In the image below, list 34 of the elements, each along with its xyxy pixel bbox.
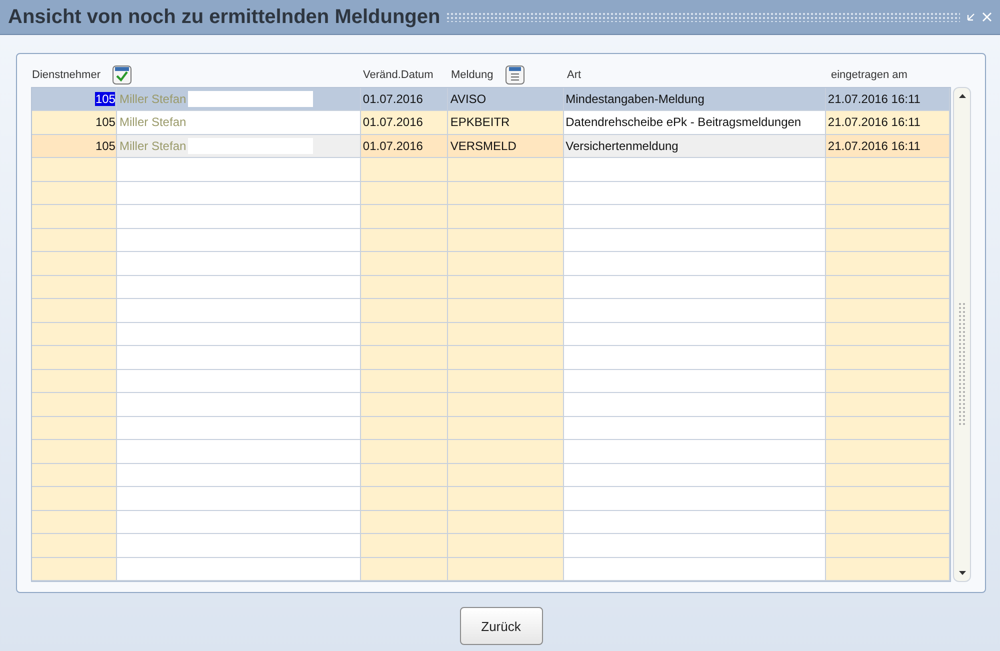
table-row[interactable]: 105 Miller Stefan 01.07.2016 VERSMELD Versichertenmeldung 21.07.2016 16:11 (32, 134, 950, 158)
table-cell: Versichertenmeldung (564, 134, 826, 157)
column-header: Veränd.Datum (363, 69, 434, 82)
list-document-icon[interactable] (505, 65, 526, 86)
table-row[interactable]: 105 Miller Stefan 01.07.2016 AVISO Mindestangaben-Meldung 21.07.2016 16:11 (32, 88, 950, 111)
table-cell: AVISO (448, 88, 564, 110)
table-cell: Mindestangaben-Meldung (564, 88, 826, 110)
close-icon[interactable] (982, 12, 992, 22)
window-title: Ansicht von noch zu ermittelnden Meldungen (8, 6, 440, 28)
minimize-icon[interactable] (966, 12, 976, 22)
employee-number: 105 (95, 115, 116, 130)
employee-number: 105 (95, 92, 116, 106)
employee-name: Miller Stefan (119, 92, 186, 106)
input-field[interactable] (188, 90, 314, 107)
table-cell: 01.07.2016 (360, 88, 448, 110)
employee-name: Miller Stefan (119, 115, 186, 130)
checkmark-calendar-icon[interactable] (112, 65, 132, 86)
employee-number: 105 (95, 138, 116, 153)
employee-name: Miller Stefan (119, 138, 186, 153)
scrollbar[interactable] (953, 86, 971, 582)
table-cell: 21.07.2016 16:11 (826, 111, 950, 134)
table-cell: EPKBEITR (448, 111, 564, 134)
column-header: Art (567, 69, 582, 82)
column-header: Meldung (451, 69, 494, 82)
table-cell: VERSMELD (448, 134, 564, 157)
column-header: eingetragen am (831, 69, 908, 82)
table-cell: 01.07.2016 (360, 134, 448, 157)
table-cell: 01.07.2016 (360, 111, 448, 134)
table-cell: Datendrehscheibe ePk - Beitragsmeldungen (564, 111, 826, 134)
column-header: Dienstnehmer (32, 69, 100, 82)
table-cell: 21.07.2016 16:11 (826, 134, 950, 157)
table-cell: 21.07.2016 16:11 (826, 88, 950, 110)
back-button[interactable]: Zurück (460, 607, 542, 645)
table-row[interactable]: 105 Miller Stefan 01.07.2016 EPKBEITR Datendrehscheibe ePk - Beitragsmeldungen 21.07.2016 16:11 (32, 111, 950, 134)
